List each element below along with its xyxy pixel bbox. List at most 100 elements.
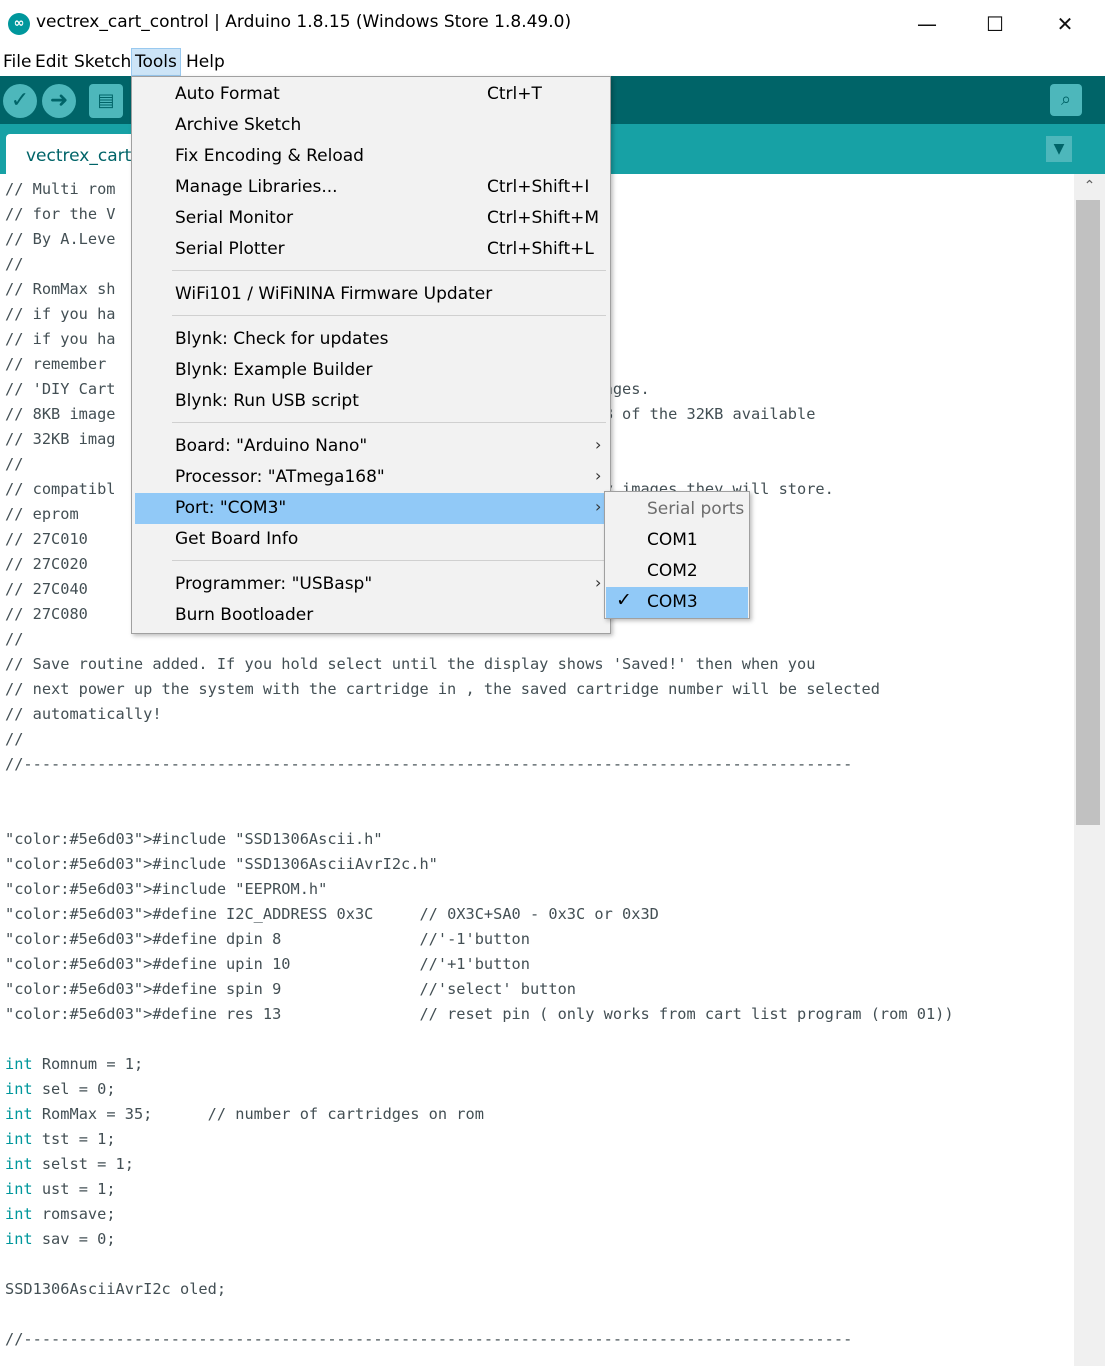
code-line: // [5,455,24,473]
scroll-up-icon[interactable]: ⌃ [1074,178,1105,198]
code-line: "color:#5e6d03">#include "SSD1306Ascii.h… [5,830,383,848]
port-option-com2[interactable]: COM2 [606,556,748,587]
menu-item-blynk-updates[interactable]: Blynk: Check for updates [135,324,607,355]
submenu-header: Serial ports [606,494,748,525]
code-line: // for the V [5,205,116,223]
code-line: int RomMax = 35; // number of cartridges… [5,1105,484,1123]
menu-item-port[interactable]: Port: "COM3" › [135,493,607,524]
code-line: int sel = 0; [5,1080,116,1098]
code-line: // 27C040 [5,580,88,598]
code-line: // eprom [5,505,79,523]
code-line: "color:#5e6d03">#define spin 9 //'select… [5,980,577,998]
menu-file[interactable]: File [0,48,34,76]
code-line: int sav = 0; [5,1230,116,1248]
menu-item-label: Blynk: Example Builder [175,360,373,380]
menu-separator [172,422,606,423]
port-option-label: COM2 [647,561,698,581]
menu-help[interactable]: Help [183,48,228,76]
menu-separator [172,560,606,561]
upload-icon[interactable]: ➜ [42,84,76,118]
menu-separator [172,270,606,271]
chevron-right-icon: › [595,497,602,516]
menu-item-blynk-usb[interactable]: Blynk: Run USB script [135,386,607,417]
menu-item-manage-libraries[interactable]: Manage Libraries... Ctrl+Shift+I [135,172,607,203]
scrollbar-thumb[interactable] [1076,200,1100,825]
checkmark-icon: ✓ [616,589,632,611]
menu-item-board[interactable]: Board: "Arduino Nano" › [135,431,607,462]
chevron-right-icon: › [595,466,602,485]
submenu-header-label: Serial ports [647,499,745,519]
code-line: int ust = 1; [5,1180,116,1198]
menu-item-label: Archive Sketch [175,115,302,135]
menu-tools[interactable]: Tools [131,48,181,76]
port-option-com1[interactable]: COM1 [606,525,748,556]
code-line: int romsave; [5,1205,116,1223]
code-line: // automatically! [5,705,162,723]
code-line: // if you ha [5,330,116,348]
menu-item-serial-monitor[interactable]: Serial Monitor Ctrl+Shift+M [135,203,607,234]
code-line: "color:#5e6d03">#define dpin 8 //'-1'but… [5,930,530,948]
menu-item-label: Manage Libraries... [175,177,338,197]
code-line: // Multi rom [5,180,116,198]
title-bar: ∞ vectrex_cart_control | Arduino 1.8.15 … [0,0,1105,48]
menu-item-burn-bootloader[interactable]: Burn Bootloader [135,600,607,631]
menu-item-label: Burn Bootloader [175,605,314,625]
menu-item-processor[interactable]: Processor: "ATmega168" › [135,462,607,493]
code-line: "color:#5e6d03">#define res 13 // reset … [5,1005,954,1023]
menu-edit[interactable]: Edit [32,48,71,76]
code-line: // 27C080 [5,605,88,623]
menu-item-fix-encoding[interactable]: Fix Encoding & Reload [135,141,607,172]
menu-item-shortcut: Ctrl+Shift+I [487,177,590,197]
menu-item-label: Fix Encoding & Reload [175,146,364,166]
port-option-com3[interactable]: ✓ COM3 [606,587,748,618]
menu-item-blynk-example[interactable]: Blynk: Example Builder [135,355,607,386]
close-button[interactable]: ✕ [1042,10,1088,38]
menu-item-label: Serial Monitor [175,208,294,228]
serial-monitor-icon[interactable]: ⌕ [1050,84,1082,116]
tab-sketch-label: vectrex_cart_ [26,146,140,166]
chevron-right-icon: › [595,435,602,454]
code-line: // next power up the system with the car… [5,680,880,698]
code-line: int tst = 1; [5,1130,116,1148]
code-line: // [5,255,24,273]
code-line: SSD1306AsciiAvrI2c oled; [5,1280,227,1298]
menu-item-board-info[interactable]: Get Board Info [135,524,607,555]
menu-bar: File Edit Sketch Tools Help [0,48,1105,76]
menu-item-label: Get Board Info [175,529,299,549]
code-line: // 27C020 [5,555,88,573]
maximize-button[interactable]: ☐ [972,10,1018,38]
verify-icon[interactable]: ✓ [3,84,37,118]
menu-sketch[interactable]: Sketch [71,48,134,76]
menu-item-label: Auto Format [175,84,280,104]
code-line: int Romnum = 1; [5,1055,144,1073]
menu-item-label: Processor: "ATmega168" [175,467,385,487]
menu-item-shortcut: Ctrl+T [487,84,542,104]
code-line: // 32KB imag [5,430,116,448]
menu-item-shortcut: Ctrl+Shift+L [487,239,594,259]
arduino-logo-icon: ∞ [8,13,30,35]
menu-separator [172,315,606,316]
code-line: //--------------------------------------… [5,1330,853,1348]
menu-item-label: Blynk: Check for updates [175,329,389,349]
new-icon[interactable]: ▤ [89,84,123,118]
menu-item-firmware-updater[interactable]: WiFi101 / WiFiNINA Firmware Updater [135,279,607,310]
menu-item-archive-sketch[interactable]: Archive Sketch [135,110,607,141]
minimize-button[interactable]: — [904,10,950,38]
code-line: // Save routine added. If you hold selec… [5,655,816,673]
port-submenu: Serial ports COM1 COM2 ✓ COM3 [604,491,750,619]
port-option-label: COM1 [647,530,698,550]
window-title: vectrex_cart_control | Arduino 1.8.15 (W… [36,12,572,32]
menu-item-serial-plotter[interactable]: Serial Plotter Ctrl+Shift+L [135,234,607,265]
menu-item-label: Serial Plotter [175,239,285,259]
chevron-right-icon: › [595,573,602,592]
code-line: "color:#5e6d03">#define I2C_ADDRESS 0x3C… [5,905,659,923]
menu-item-label: Board: "Arduino Nano" [175,436,368,456]
code-line: // By A.Leve [5,230,116,248]
menu-item-auto-format[interactable]: Auto Format Ctrl+T [135,79,607,110]
code-line: "color:#5e6d03">#include "SSD1306AsciiAv… [5,855,438,873]
tab-menu-icon[interactable]: ▼ [1046,136,1072,162]
menu-item-programmer[interactable]: Programmer: "USBasp" › [135,569,607,600]
tools-menu: Auto Format Ctrl+T Archive Sketch Fix En… [131,76,611,634]
menu-item-shortcut: Ctrl+Shift+M [487,208,600,228]
code-line: //--------------------------------------… [5,755,853,773]
